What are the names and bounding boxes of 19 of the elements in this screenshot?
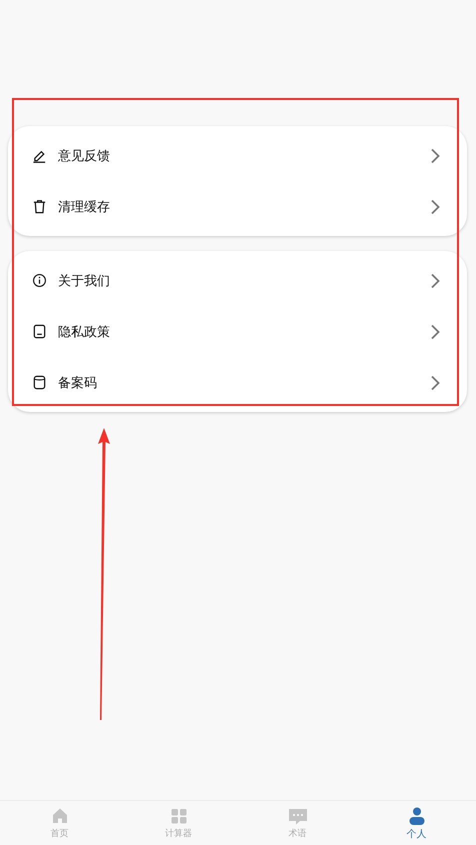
chevron-right-icon [430,198,440,214]
info-icon [32,273,47,288]
nav-tab[interactable]: 个人 [357,801,476,845]
menu-item[interactable]: 备案码 [8,357,467,408]
chat-bubble-icon [288,806,308,826]
calculator-icon [168,806,188,826]
chevron-right-icon [430,374,440,390]
pencil-icon [32,148,47,163]
menu-item[interactable]: 意见反馈 [8,130,467,181]
menu-item[interactable]: 关于我们 [8,255,467,306]
chevron-right-icon [430,272,440,288]
chevron-right-icon [430,324,440,340]
trash-icon [32,199,47,214]
menu-item[interactable]: 清理缓存 [8,181,467,232]
document-icon [32,324,47,339]
chevron-right-icon [430,148,440,164]
menu-item[interactable]: 隐私政策 [8,306,467,357]
cylinder-icon [32,375,47,390]
person-icon [406,806,426,826]
